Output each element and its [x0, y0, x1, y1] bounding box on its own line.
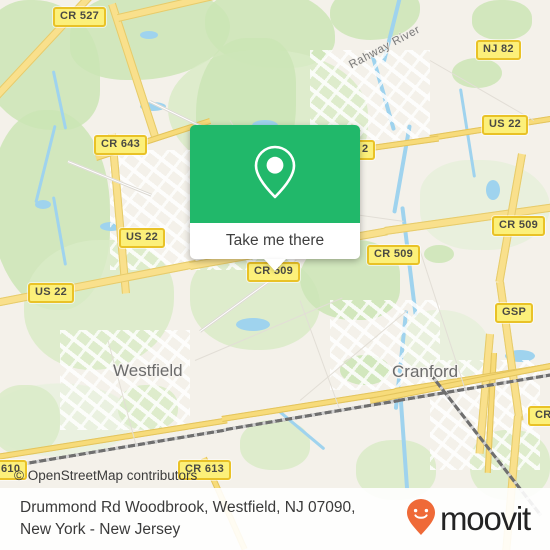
shield-gsp: GSP — [495, 303, 534, 323]
map-screenshot: Rahway River Westfield Cranford CR 527 N… — [0, 0, 550, 550]
popup-pointer — [264, 259, 286, 271]
take-me-there-label: Take me there — [225, 232, 325, 249]
park-area — [452, 58, 502, 88]
address-line-2: New York - New Jersey — [20, 521, 181, 538]
popup-header — [190, 125, 360, 223]
shield-cr527: CR 527 — [53, 7, 107, 27]
location-popup-card[interactable]: Take me there — [190, 125, 360, 271]
map-pin-icon — [252, 143, 298, 206]
shield-cr509: CR 509 — [367, 245, 421, 265]
place-label-westfield: Westfield — [113, 361, 183, 380]
address-block: Drummond Rd Woodbrook, Westfield, NJ 070… — [20, 497, 355, 541]
park-area — [472, 0, 532, 40]
bottom-info-bar: Drummond Rd Woodbrook, Westfield, NJ 070… — [0, 488, 550, 550]
shield-us22: US 22 — [28, 283, 75, 303]
park-area — [420, 160, 550, 250]
lake — [486, 180, 500, 200]
popup-footer[interactable]: Take me there — [190, 223, 360, 259]
lake — [35, 200, 51, 209]
shield-nj82: NJ 82 — [476, 40, 521, 60]
shield-us22: US 22 — [119, 228, 166, 248]
place-label-cranford: Cranford — [392, 362, 459, 381]
park-area — [424, 245, 454, 263]
address-line-1: Drummond Rd Woodbrook, Westfield, NJ 070… — [20, 499, 356, 516]
shield-cr-clipped: CR — [528, 406, 550, 426]
shield-cr509: CR 509 — [492, 216, 546, 236]
moovit-pin-icon — [406, 498, 436, 541]
map-canvas[interactable]: Rahway River Westfield Cranford CR 527 N… — [0, 0, 550, 550]
moovit-wordmark: moovit — [440, 500, 531, 537]
osm-attribution: © OpenStreetMap contributors — [14, 468, 198, 483]
shield-cr643: CR 643 — [94, 135, 148, 155]
shield-us22: US 22 — [482, 115, 529, 135]
moovit-logo[interactable]: moovit — [406, 498, 536, 541]
lake — [140, 31, 158, 39]
